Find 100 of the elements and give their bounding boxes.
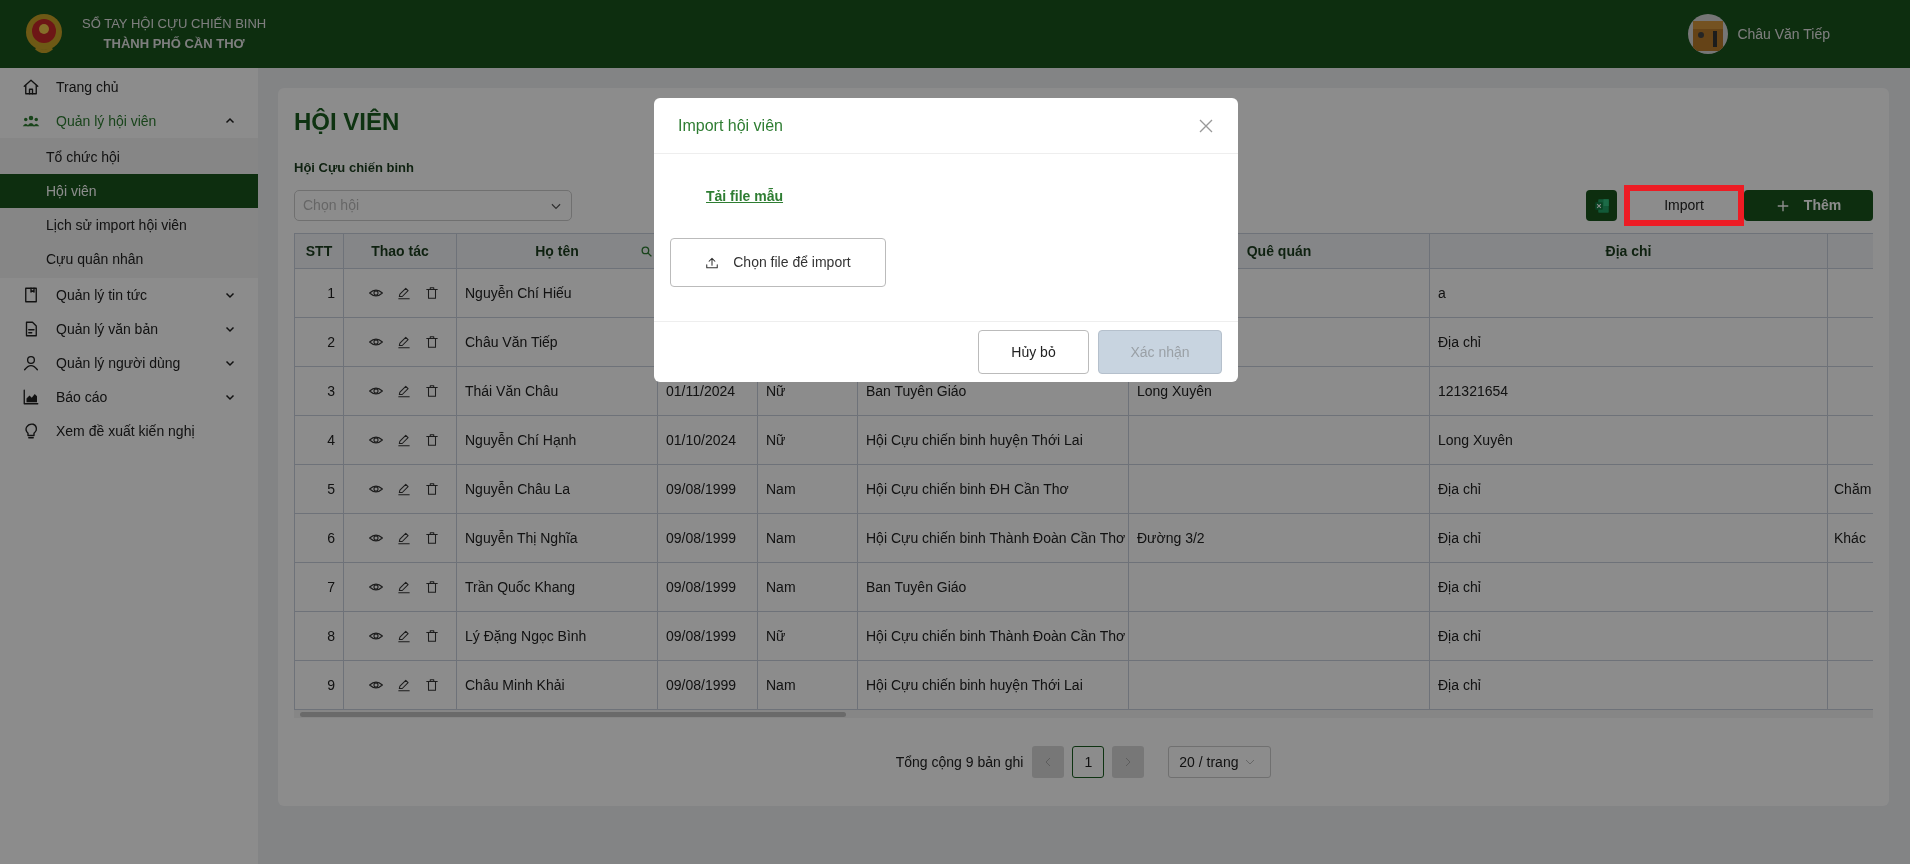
sidebar-item[interactable]: Quản lý tin tức (0, 278, 258, 312)
sidebar-subitem[interactable]: Hội viên (0, 174, 258, 208)
spreadsheet-icon (1592, 196, 1611, 215)
table-cell: Địa chỉ (1438, 627, 1481, 644)
cancel-button[interactable]: Hủy bỏ (978, 330, 1089, 374)
table-cell: 01/11/2024 (666, 382, 736, 399)
table-cell: 5 (327, 480, 335, 497)
edit-icon (397, 531, 411, 545)
dialog-title: Import hội viên (678, 115, 784, 136)
table-cell: Địa chỉ (1438, 333, 1481, 350)
table-cell: Châu Văn Tiếp (465, 333, 558, 350)
delete-icon (425, 482, 439, 496)
table-cell: Nguyễn Châu La (465, 480, 571, 497)
column-header: Thao tác (371, 242, 429, 259)
filter-label: Hội Cựu chiến binh (294, 159, 415, 177)
user-icon (22, 354, 40, 372)
delete-icon (425, 629, 439, 643)
edit-icon (397, 433, 411, 447)
user-name[interactable]: Châu Văn Tiếp (1737, 23, 1830, 45)
table-cell: Chăm (1834, 480, 1872, 497)
table-cell: Châu Minh Khải (465, 676, 565, 693)
upload-button[interactable]: Chọn file để import (670, 238, 886, 287)
table-cell: 2 (327, 333, 335, 350)
table-cell: Nữ (766, 382, 786, 399)
edit-icon (397, 678, 411, 692)
table-cell: Nữ (766, 431, 786, 448)
scrollbar-thumb[interactable] (300, 711, 846, 717)
table-cell: 9 (327, 676, 335, 693)
table-cell: Nguyễn Chí Hạnh (465, 431, 577, 448)
page-size-select[interactable]: 20 / trang (1168, 746, 1272, 778)
table-cell: Trần Quốc Khang (465, 578, 575, 595)
table-cell: 4 (327, 431, 335, 448)
plus-icon (1775, 198, 1790, 213)
table-cell: 09/08/1999 (666, 676, 737, 693)
table-cell: Đường 3/2 (1137, 529, 1205, 546)
template-link[interactable]: Tải file mẫu (706, 188, 784, 204)
table-cell: Nữ (766, 627, 786, 644)
delete-icon (425, 678, 439, 692)
table-cell: 121321654 (1438, 382, 1509, 399)
table-cell: Hội Cựu chiến binh Thành Đoàn Cần Thơ (866, 529, 1126, 546)
column-header: Họ tên (535, 242, 579, 259)
table-cell: Địa chỉ (1438, 578, 1481, 595)
upload-icon (705, 255, 720, 270)
delete-icon (425, 286, 439, 300)
add-button[interactable]: Thêm (1744, 190, 1873, 221)
delete-icon (425, 531, 439, 545)
delete-icon (425, 580, 439, 594)
edit-icon (397, 286, 411, 300)
table-cell: Nguyễn Thị Nghĩa (465, 529, 578, 546)
table-cell: Nam (766, 480, 796, 497)
table-cell: 09/08/1999 (666, 529, 737, 546)
excel-button[interactable] (1586, 190, 1617, 221)
table-cell: 09/08/1999 (666, 480, 737, 497)
table-cell: 1 (327, 284, 335, 301)
table-cell: 01/10/2024 (666, 431, 737, 448)
table-cell: Địa chỉ (1438, 529, 1481, 546)
sidebar-item[interactable]: Quản lý hội viên (0, 104, 258, 138)
table-cell: Địa chỉ (1438, 480, 1481, 497)
table-cell: a (1438, 284, 1446, 301)
table-cell: Hội Cựu chiến binh huyện Thới Lai (866, 431, 1083, 448)
table-cell: 09/08/1999 (666, 578, 737, 595)
column-header: Quê quán (1246, 242, 1312, 259)
sidebar-item[interactable]: Quản lý người dùng (0, 346, 258, 380)
edit-icon (397, 629, 411, 643)
home-icon (22, 78, 40, 96)
sidebar-subitem[interactable]: Lịch sử import hội viên (0, 208, 258, 242)
table-cell: Lý Đặng Ngọc Bình (465, 627, 587, 644)
bookmark-icon (22, 286, 40, 304)
table-cell: Ban Tuyên Giáo (866, 382, 967, 399)
table-cell: 8 (327, 627, 335, 644)
total-records: Tổng cộng 9 bản ghi (895, 752, 1024, 772)
table-cell: Nam (766, 578, 796, 595)
table-cell: Khác (1834, 529, 1866, 546)
table-cell: Địa chỉ (1438, 676, 1481, 693)
page-button[interactable]: 1 (1072, 746, 1105, 778)
column-header: Địa chỉ (1605, 242, 1652, 259)
sidebar-item[interactable]: Xem đề xuất kiến nghị (0, 414, 258, 448)
app-subtitle: THÀNH PHỐ CẦN THƠ (103, 35, 245, 53)
sidebar-subitem[interactable]: Cựu quân nhân (0, 242, 258, 276)
search-icon (640, 245, 653, 258)
lightbulb-icon (22, 422, 40, 440)
table-cell: Nguyễn Chí Hiếu (465, 284, 572, 301)
page-title: HỘI VIÊN (294, 108, 400, 136)
sidebar-item[interactable]: Báo cáo (0, 380, 258, 414)
table-cell: 6 (327, 529, 335, 546)
table-cell: Nam (766, 529, 796, 546)
edit-icon (397, 580, 411, 594)
table-cell: Hội Cựu chiến binh Thành Đoàn Cần Thơ (866, 627, 1126, 644)
edit-icon (397, 335, 411, 349)
delete-icon (425, 335, 439, 349)
sidebar-item[interactable]: Trang chủ (0, 70, 258, 104)
sidebar-item[interactable]: Quản lý văn bản (0, 312, 258, 346)
edit-icon (397, 482, 411, 496)
table-cell: 09/08/1999 (666, 627, 737, 644)
table-cell: 7 (327, 578, 335, 595)
table-cell: 3 (327, 382, 335, 399)
table-cell: Nam (766, 676, 796, 693)
close-button[interactable] (1198, 117, 1214, 134)
sidebar-subitem[interactable]: Tổ chức hội (0, 140, 258, 174)
column-header: STT (305, 242, 333, 259)
